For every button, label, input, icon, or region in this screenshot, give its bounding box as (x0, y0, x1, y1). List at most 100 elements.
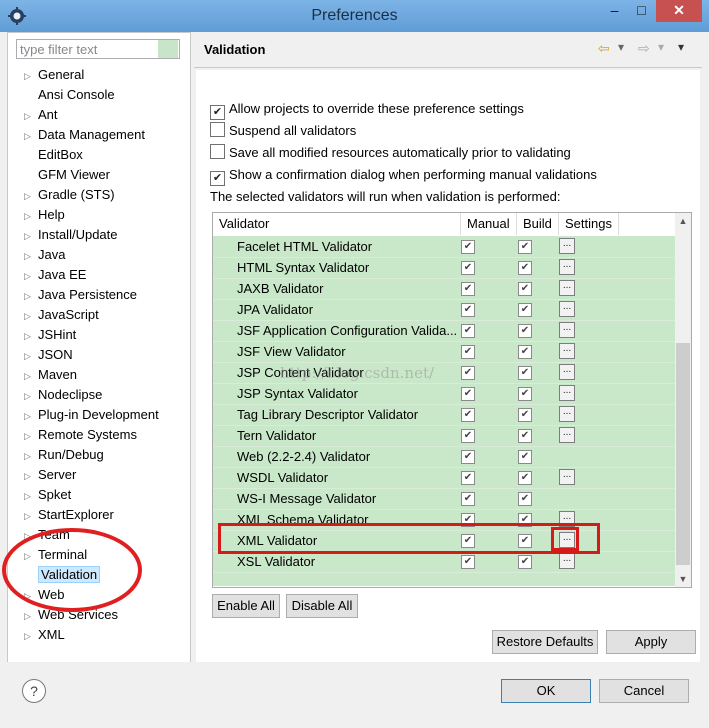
expand-arrow-icon[interactable]: ▷ (24, 606, 38, 626)
filter-clear-icon[interactable] (158, 40, 178, 58)
settings-button[interactable]: ... (559, 469, 575, 485)
validator-row[interactable]: JSP Syntax Validator ✔ ✔... (213, 383, 675, 405)
tree-item[interactable]: ▷ XML (24, 625, 65, 645)
expand-arrow-icon[interactable]: ▷ (24, 346, 38, 366)
manual-checkbox[interactable]: ✔ (461, 513, 475, 527)
manual-checkbox[interactable]: ✔ (461, 429, 475, 443)
validator-row[interactable]: Tag Library Descriptor Validator ✔ ✔... (213, 404, 675, 426)
expand-arrow-icon[interactable]: ▷ (24, 306, 38, 326)
validator-row[interactable]: XML Schema Validator ✔ ✔... (213, 509, 675, 531)
manual-checkbox[interactable]: ✔ (461, 534, 475, 548)
tree-item[interactable]: ▷ JSHint (24, 325, 76, 345)
validator-row[interactable]: Web (2.2-2.4) Validator ✔ ✔ (213, 446, 675, 468)
tree-item[interactable]: ▷ StartExplorer (24, 505, 114, 525)
manual-checkbox[interactable]: ✔ (461, 450, 475, 464)
option-override[interactable]: ✔ Allow projects to override these prefer… (210, 100, 524, 120)
validator-row[interactable]: JAXB Validator ✔ ✔... (213, 278, 675, 300)
build-checkbox[interactable]: ✔ (518, 303, 532, 317)
build-checkbox[interactable]: ✔ (518, 261, 532, 275)
forward-arrow-icon[interactable]: ⇨ (638, 40, 650, 57)
expand-arrow-icon[interactable]: ▷ (24, 286, 38, 306)
build-checkbox[interactable]: ✔ (518, 324, 532, 338)
column-header-manual[interactable]: Manual (461, 213, 517, 235)
restore-defaults-button[interactable]: Restore Defaults (492, 630, 598, 654)
tree-item[interactable]: ▷ Web (24, 585, 65, 605)
manual-checkbox[interactable]: ✔ (461, 282, 475, 296)
forward-dropdown-icon[interactable]: ▾ (658, 40, 664, 54)
validator-row[interactable]: Facelet HTML Validator ✔ ✔... (213, 236, 675, 258)
tree-item[interactable]: Ansi Console (24, 85, 115, 105)
close-button[interactable]: ✕ (656, 0, 702, 22)
filter-input[interactable]: type filter text (16, 39, 180, 59)
scroll-thumb[interactable] (676, 343, 690, 565)
checkbox-icon[interactable]: ✔ (210, 171, 225, 186)
option-save[interactable]: Save all modified resources automaticall… (210, 144, 571, 162)
manual-checkbox[interactable]: ✔ (461, 555, 475, 569)
column-header-build[interactable]: Build (517, 213, 559, 235)
tree-item[interactable]: ▷ Maven (24, 365, 77, 385)
ok-button[interactable]: OK (501, 679, 591, 703)
tree-item[interactable]: ▷ Nodeclipse (24, 385, 102, 405)
validator-row[interactable]: XML Validator ✔ ✔... (213, 530, 675, 552)
manual-checkbox[interactable]: ✔ (461, 366, 475, 380)
build-checkbox[interactable]: ✔ (518, 345, 532, 359)
validator-row[interactable]: WS-I Message Validator ✔ ✔ (213, 488, 675, 510)
settings-button[interactable]: ... (559, 238, 575, 254)
tree-item[interactable]: Validation (24, 565, 101, 585)
manual-checkbox[interactable]: ✔ (461, 303, 475, 317)
settings-button[interactable]: ... (559, 343, 575, 359)
tree-item[interactable]: ▷ General (24, 65, 84, 85)
minimize-button[interactable]: – (601, 0, 628, 22)
tree-item[interactable]: ▷ JSON (24, 345, 73, 365)
build-checkbox[interactable]: ✔ (518, 534, 532, 548)
scroll-down-icon[interactable]: ▼ (675, 571, 691, 587)
expand-arrow-icon[interactable]: ▷ (24, 526, 38, 546)
tree-item[interactable]: EditBox (24, 145, 83, 165)
expand-arrow-icon[interactable]: ▷ (24, 506, 38, 526)
expand-arrow-icon[interactable]: ▷ (24, 106, 38, 126)
expand-arrow-icon[interactable]: ▷ (24, 386, 38, 406)
validator-row[interactable]: JSF Application Configuration Valida... ✔… (213, 320, 675, 342)
build-checkbox[interactable]: ✔ (518, 492, 532, 506)
column-header-validator[interactable]: Validator (213, 213, 461, 235)
build-checkbox[interactable]: ✔ (518, 555, 532, 569)
settings-button[interactable]: ... (559, 385, 575, 401)
build-checkbox[interactable]: ✔ (518, 282, 532, 296)
tree-item[interactable]: ▷ Java EE (24, 265, 86, 285)
settings-button[interactable]: ... (559, 406, 575, 422)
checkbox-icon[interactable] (210, 122, 225, 137)
validator-row[interactable]: WSDL Validator ✔ ✔... (213, 467, 675, 489)
manual-checkbox[interactable]: ✔ (461, 345, 475, 359)
expand-arrow-icon[interactable]: ▷ (24, 126, 38, 146)
tree-item[interactable]: ▷ Plug-in Development (24, 405, 159, 425)
back-arrow-icon[interactable]: ⇦ (598, 40, 610, 57)
expand-arrow-icon[interactable]: ▷ (24, 266, 38, 286)
build-checkbox[interactable]: ✔ (518, 387, 532, 401)
expand-arrow-icon[interactable]: ▷ (24, 466, 38, 486)
checkbox-icon[interactable] (210, 144, 225, 159)
tree-item[interactable]: ▷ Ant (24, 105, 58, 125)
tree-item[interactable]: ▷ Gradle (STS) (24, 185, 115, 205)
expand-arrow-icon[interactable]: ▷ (24, 586, 38, 606)
tree-item[interactable]: ▷ Run/Debug (24, 445, 104, 465)
column-header-settings[interactable]: Settings (559, 213, 619, 235)
manual-checkbox[interactable]: ✔ (461, 261, 475, 275)
settings-button[interactable]: ... (559, 364, 575, 380)
disable-all-button[interactable]: Disable All (286, 594, 358, 618)
manual-checkbox[interactable]: ✔ (461, 408, 475, 422)
manual-checkbox[interactable]: ✔ (461, 324, 475, 338)
tree-item[interactable]: ▷ Team (24, 525, 70, 545)
checkbox-icon[interactable]: ✔ (210, 105, 225, 120)
manual-checkbox[interactable]: ✔ (461, 240, 475, 254)
tree-item[interactable]: ▷ Java (24, 245, 65, 265)
expand-arrow-icon[interactable]: ▷ (24, 246, 38, 266)
validator-row[interactable]: XSL Validator ✔ ✔... (213, 551, 675, 573)
build-checkbox[interactable]: ✔ (518, 513, 532, 527)
vertical-scrollbar[interactable]: ▲ ▼ (675, 213, 691, 587)
build-checkbox[interactable]: ✔ (518, 366, 532, 380)
build-checkbox[interactable]: ✔ (518, 450, 532, 464)
expand-arrow-icon[interactable]: ▷ (24, 426, 38, 446)
tree-item[interactable]: ▷ Terminal (24, 545, 87, 565)
expand-arrow-icon[interactable]: ▷ (24, 226, 38, 246)
tree-item[interactable]: ▷ Server (24, 465, 76, 485)
